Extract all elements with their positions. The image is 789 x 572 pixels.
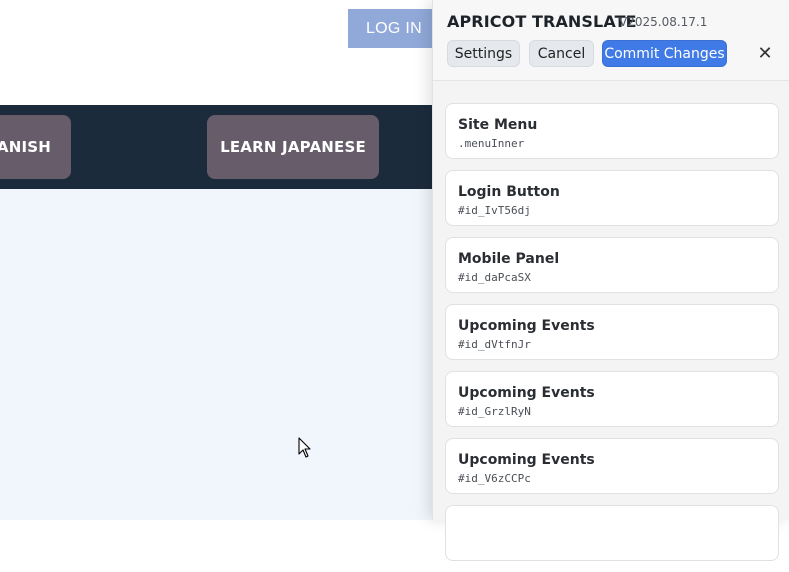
- item-selector: .menuInner: [458, 137, 525, 150]
- list-item[interactable]: [445, 505, 779, 561]
- item-selector: #id_V6zCCPc: [458, 472, 531, 485]
- list-item[interactable]: Upcoming Events #id_V6zCCPc: [445, 438, 779, 494]
- item-name: Site Menu: [458, 117, 538, 133]
- cancel-button[interactable]: Cancel: [529, 40, 594, 67]
- mouse-cursor-icon: [298, 437, 311, 458]
- login-button[interactable]: LOG IN: [348, 9, 440, 48]
- item-name: Login Button: [458, 184, 560, 200]
- app-title: APRICOT TRANSLATE: [447, 12, 637, 31]
- settings-button[interactable]: Settings: [447, 40, 520, 67]
- item-selector: #id_IvT56dj: [458, 204, 531, 217]
- list-item[interactable]: Upcoming Events #id_dVtfnJr: [445, 304, 779, 360]
- commit-changes-button[interactable]: Commit Changes: [602, 40, 727, 67]
- item-name: Upcoming Events: [458, 318, 595, 334]
- list-item[interactable]: Mobile Panel #id_daPcaSX: [445, 237, 779, 293]
- item-name: Upcoming Events: [458, 385, 595, 401]
- item-name: Upcoming Events: [458, 452, 595, 468]
- list-item[interactable]: Site Menu .menuInner: [445, 103, 779, 159]
- nav-item-learn-japanese[interactable]: LEARN JAPANESE: [207, 115, 379, 179]
- item-selector: #id_GrzlRyN: [458, 405, 531, 418]
- translate-side-panel: APRICOT TRANSLATE V2025.08.17.1 Settings…: [432, 0, 789, 561]
- list-item[interactable]: Upcoming Events #id_GrzlRyN: [445, 371, 779, 427]
- close-icon[interactable]: ✕: [755, 41, 775, 65]
- list-item[interactable]: Login Button #id_IvT56dj: [445, 170, 779, 226]
- item-selector: #id_dVtfnJr: [458, 338, 531, 351]
- element-list: Site Menu .menuInner Login Button #id_Iv…: [445, 103, 781, 572]
- item-name: Mobile Panel: [458, 251, 560, 267]
- nav-item-learn-spanish[interactable]: PANISH: [0, 115, 71, 179]
- item-selector: #id_daPcaSX: [458, 271, 531, 284]
- panel-header: APRICOT TRANSLATE V2025.08.17.1 Settings…: [433, 0, 789, 81]
- version-label: V2025.08.17.1: [619, 15, 708, 29]
